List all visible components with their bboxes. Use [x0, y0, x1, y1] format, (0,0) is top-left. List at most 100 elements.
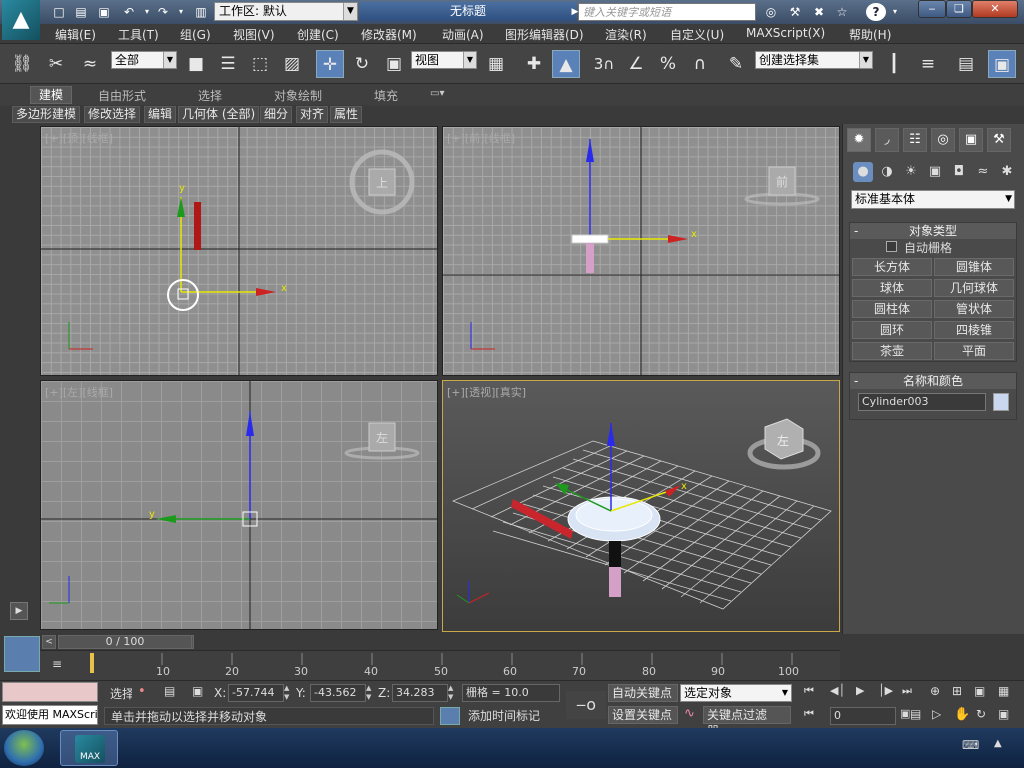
keyboard-shortcut-override-icon[interactable]: ▲: [552, 50, 580, 78]
y-coord-field[interactable]: -43.562: [310, 684, 366, 702]
spinner-snap-icon[interactable]: ∩: [686, 50, 714, 78]
angle-snap-icon[interactable]: ∠: [622, 50, 650, 78]
hierarchy-tab-icon[interactable]: ☷: [903, 128, 927, 152]
select-manipulate-icon[interactable]: ✚: [520, 50, 548, 78]
viewport-left[interactable]: [+][左][线框] 左 y: [40, 380, 438, 630]
viewport-perspective[interactable]: [+][透视][真实] x 左: [442, 380, 840, 632]
menu-create[interactable]: 创建(C): [297, 26, 339, 43]
viewport-label[interactable]: [+][左][线框]: [45, 384, 113, 400]
auto-key-button[interactable]: 自动关键点: [608, 684, 678, 702]
ribbon-geometry-all[interactable]: 几何体 (全部): [178, 106, 260, 123]
named-selection-select[interactable]: 创建选择集 ▼: [755, 51, 873, 69]
menu-graph-editors[interactable]: 图形编辑器(D): [505, 26, 584, 43]
viewport-layout-icon[interactable]: [4, 636, 40, 672]
object-type-header[interactable]: - 对象类型: [850, 223, 1016, 239]
teapot-button[interactable]: 茶壶: [852, 342, 932, 360]
set-key-button[interactable]: 设置关键点: [608, 706, 678, 724]
zoom-extents-icon[interactable]: ▣: [974, 684, 992, 702]
viewport-shading[interactable]: [线框]: [82, 132, 113, 145]
ribbon-edit[interactable]: 编辑: [144, 106, 177, 123]
rect-selection-icon[interactable]: ⬚: [246, 50, 274, 78]
go-to-end-icon[interactable]: ⏭: [902, 684, 922, 702]
menu-edit[interactable]: 编辑(E): [55, 26, 96, 43]
link-icon[interactable]: ⛓: [8, 50, 36, 78]
tube-button[interactable]: 管状体: [934, 300, 1014, 318]
menu-help[interactable]: 帮助(H): [849, 26, 891, 43]
binoculars-icon[interactable]: ◎: [762, 3, 780, 21]
display-tab-icon[interactable]: ▣: [959, 128, 983, 152]
viewport-shading[interactable]: [线框]: [484, 132, 515, 145]
viewport-label[interactable]: [+][前][线框]: [447, 130, 515, 146]
menu-views[interactable]: 视图(V): [233, 26, 275, 43]
absolute-mode-icon[interactable]: ▣: [192, 684, 208, 700]
cone-button[interactable]: 圆锥体: [934, 258, 1014, 276]
menu-rendering[interactable]: 渲染(R): [605, 26, 647, 43]
workspace-select[interactable]: 工作区: 默认 ▼: [214, 2, 358, 21]
zoom-extents-all-icon[interactable]: ▦: [998, 684, 1016, 702]
bind-space-warp-icon[interactable]: ≈: [76, 50, 104, 78]
viewport-label[interactable]: [+][顶][线框]: [45, 130, 113, 146]
shapes-icon[interactable]: ◑: [877, 162, 897, 182]
ribbon-modify-selection[interactable]: 修改选择: [84, 106, 141, 123]
reference-coordinate-select[interactable]: 视图 ▼: [411, 51, 477, 69]
cylinder-button[interactable]: 圆柱体: [852, 300, 932, 318]
lock-selection-icon[interactable]: ▤: [164, 684, 180, 700]
auto-grid-checkbox[interactable]: [886, 241, 897, 252]
select-scale-icon[interactable]: ▣: [380, 50, 408, 78]
ribbon-properties[interactable]: 属性: [330, 106, 363, 123]
previous-frame-icon[interactable]: ◀│: [830, 684, 850, 702]
modify-tab-icon[interactable]: ◞: [875, 128, 899, 152]
select-move-icon[interactable]: ✛: [316, 50, 344, 78]
object-name-field[interactable]: Cylinder003: [858, 393, 986, 411]
key-mode-select[interactable]: 选定对象 ▼: [680, 684, 792, 702]
time-prev-button[interactable]: <: [42, 635, 56, 649]
ribbon-options-button[interactable]: ▭▾: [430, 88, 452, 102]
maximize-button[interactable]: ❏: [946, 0, 972, 18]
y-spinner-icon[interactable]: ▲ ▼: [366, 684, 376, 702]
taskbar-3dsmax-button[interactable]: MAX: [60, 730, 118, 766]
maxscript-mini-listener[interactable]: 欢迎使用 MAXScri: [2, 705, 98, 725]
viewport-menu[interactable]: [+]: [45, 132, 63, 145]
viewport-menu[interactable]: [+]: [447, 386, 465, 399]
select-rotate-icon[interactable]: ↻: [348, 50, 376, 78]
viewport-label[interactable]: [+][透视][真实]: [447, 384, 526, 400]
edit-named-selection-icon[interactable]: ✎: [722, 50, 750, 78]
geosphere-button[interactable]: 几何球体: [934, 279, 1014, 297]
viewport-pov[interactable]: [顶]: [63, 132, 83, 145]
keyboard-icon[interactable]: ⌨: [962, 738, 980, 754]
mirror-icon[interactable]: ┃: [880, 50, 908, 78]
layer-manager-icon[interactable]: ▤: [952, 50, 980, 78]
helpers-icon[interactable]: ◘: [949, 162, 969, 182]
add-time-tag-label[interactable]: 添加时间标记: [464, 707, 560, 725]
selection-filter-select[interactable]: 全部 ▼: [111, 51, 177, 69]
help-button[interactable]: ?: [866, 3, 886, 21]
menu-animation[interactable]: 动画(A): [442, 26, 484, 43]
ribbon-polygon-modeling[interactable]: 多边形建模: [12, 106, 81, 123]
new-file-icon[interactable]: □: [50, 3, 68, 21]
primitive-type-select[interactable]: 标准基本体 ▼: [851, 190, 1015, 209]
pan-icon[interactable]: ▷: [932, 707, 950, 725]
key-icon[interactable]: ⚒: [786, 3, 804, 21]
key-filters-button[interactable]: 关键点过滤器...: [703, 706, 791, 738]
zoom-all-icon[interactable]: ⊞: [952, 684, 970, 702]
current-frame-field[interactable]: 0: [830, 707, 896, 725]
tab-populate[interactable]: 填充: [374, 87, 398, 104]
app-logo-icon[interactable]: ▲: [2, 0, 40, 40]
key-mode-icon[interactable]: ‒o: [566, 691, 606, 719]
z-coord-field[interactable]: 34.283: [392, 684, 448, 702]
x-coord-field[interactable]: -57.744: [228, 684, 284, 702]
favorite-star-icon[interactable]: ☆: [833, 3, 851, 21]
redo-dropdown-icon[interactable]: ▾: [172, 3, 190, 21]
ribbon-align[interactable]: 对齐: [296, 106, 329, 123]
time-slider-thumb[interactable]: 0 / 100: [58, 635, 192, 649]
viewport-menu[interactable]: [+]: [447, 132, 465, 145]
maxscript-mini-listener-top[interactable]: [2, 682, 98, 702]
pyramid-button[interactable]: 四棱锥: [934, 321, 1014, 339]
key-mode-toggle-icon[interactable]: ⏮: [804, 707, 824, 725]
unlink-icon[interactable]: ✂: [42, 50, 70, 78]
orbit-icon[interactable]: ↻: [976, 707, 994, 725]
viewport-pov[interactable]: [前]: [465, 132, 485, 145]
select-by-name-icon[interactable]: ☰: [214, 50, 242, 78]
systems-icon[interactable]: ✱: [997, 162, 1017, 182]
space-warps-icon[interactable]: ≈: [973, 162, 993, 182]
